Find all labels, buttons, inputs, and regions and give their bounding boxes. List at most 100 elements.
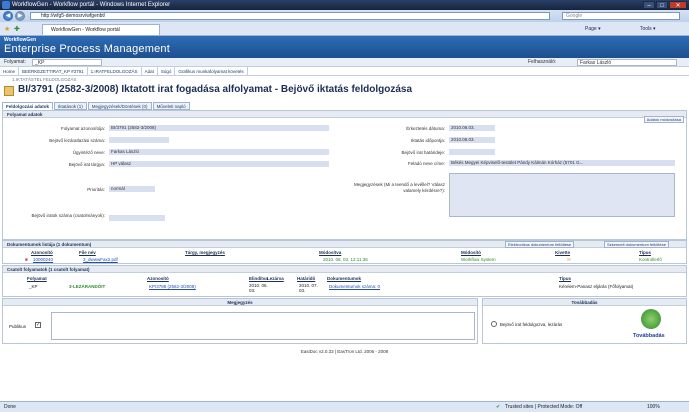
col-header[interactable]: Módosítva [319, 249, 341, 256]
priority-value: normál [109, 186, 155, 192]
col-header[interactable]: Típus [559, 275, 571, 282]
field-label: Bejövő lezáratlazási száma: [49, 138, 105, 143]
closure-number-value [109, 137, 169, 143]
linked-processes-table: Csatolt folyamatok (1 csatolt folyamat) … [2, 265, 687, 297]
field-label: Érkeztetés dátuma: [406, 126, 445, 131]
field-label: Prioritás: [87, 187, 105, 192]
tab-workflow-portal[interactable]: WorkflowGen - Workflow portál [42, 24, 160, 35]
field-label: Bejövő irat határideje: [401, 150, 445, 155]
documents-section-title: Dokumentumok listája (1 dokumentum) [3, 241, 686, 248]
window-titlebar: WorkflowGen - Workflow portál - Windows … [0, 0, 689, 10]
process-id-value: BI/3791 (2582-3/2008) [109, 125, 329, 131]
ie-icon [2, 1, 10, 9]
forward-button[interactable]: Továbbadás [633, 333, 665, 339]
col-header[interactable]: Azonosító [147, 275, 169, 282]
tools-menu[interactable]: Tools ▾ [640, 25, 656, 33]
clerk-name-value: Farkas László [109, 149, 329, 155]
app-header: WorkflowGen Enterprise Process Managemen… [0, 36, 689, 58]
zone-text: Trusted sites | Protected Mode: Off [505, 404, 583, 410]
col-header[interactable]: Határidő [297, 275, 315, 282]
linked-section-title: Csatolt folyamatok (1 csatolt folyamat) [3, 266, 686, 273]
filter-label: Folyamat: [4, 59, 26, 65]
comment-textarea[interactable] [51, 312, 475, 340]
col-header[interactable]: Módosító [461, 249, 481, 256]
close-button[interactable]: ✕ [669, 1, 687, 9]
minimize-button[interactable]: – [643, 1, 655, 9]
app-title: Enterprise Process Management [4, 43, 170, 55]
col-header[interactable]: Kivette [555, 249, 570, 256]
document-file-link[interactable]: 3_dwwwFax2.pdf [83, 256, 118, 263]
page-menu[interactable]: Page ▾ [585, 25, 601, 33]
zoom-text[interactable]: 100% [647, 402, 660, 412]
linked-id-link[interactable]: KP/3788 (2582-3/2008) [149, 283, 196, 290]
filing-time-value: 2010.06.03. [449, 137, 495, 143]
notes-textarea[interactable] [449, 173, 675, 217]
field-label: Bejövő iratok száma (csatolmányok): [31, 213, 105, 218]
forward-panel: Továbbadás Bejövő irat feldolgozva, lezá… [482, 298, 687, 344]
table-header: Azonosító File név Tárgy, megjegyzés Mód… [3, 249, 686, 256]
table-row[interactable]: ■ 10000240 3_dwwwFax2.pdf 2010. 06. 03. … [3, 256, 686, 263]
document-id-link[interactable]: 10000240 [33, 256, 53, 263]
table-row[interactable]: _KP 3-LEZÁRANDÓIT KP/3788 (2582-3/2008) … [3, 283, 686, 297]
tab-filings[interactable]: Iktatások (1) [54, 102, 87, 110]
menu-process[interactable]: BEÉRKEZETTIRAT_KP #3791 [19, 67, 88, 75]
col-header[interactable]: Típus [639, 249, 651, 256]
tab-processing-data[interactable]: Feldolgozási adatok [2, 102, 54, 110]
favorites-star-icon[interactable]: ★ [4, 25, 10, 33]
user-select[interactable]: Farkas László [577, 59, 677, 66]
forward-person-icon[interactable] [641, 309, 661, 329]
section-process-data: Folyamat adatok [3, 111, 686, 118]
col-header[interactable]: Folyamat [27, 275, 47, 282]
menu-activity[interactable]: 1.IRATFELDOLGOZÁS [88, 67, 142, 75]
maximize-button[interactable]: □ [656, 1, 668, 9]
col-header[interactable]: File név [79, 249, 96, 256]
linked-docs-link[interactable]: Dokumentumok száma: 0 [329, 283, 380, 290]
field-label: Bejövő irat tárgya: [68, 162, 105, 167]
linked-status: 3-LEZÁRANDÓIT [69, 284, 106, 289]
menu-bar: Home BEÉRKEZETTIRAT_KP #3791 1.IRATFELDO… [0, 67, 689, 76]
footer-text: EasiDoc v2.0.33 | EasTron Ltd. 2006 - 20… [300, 349, 389, 354]
tab-comments[interactable]: Megjegyzések/Döntések (0) [87, 102, 152, 110]
upload-scanned-button[interactable]: Szkennelt dokumentum feltöltése [604, 241, 669, 248]
menu-help[interactable]: Súgó [158, 67, 176, 75]
modify-data-button[interactable]: Adatok módosítása [643, 116, 684, 123]
back-icon[interactable]: ◀ [3, 11, 13, 21]
upload-electronic-button[interactable]: Elektronikus dokumentum feltöltése [505, 241, 575, 248]
menu-graph[interactable]: Grafikus munkafolyamat követés [175, 67, 248, 75]
address-bar: ◀ ▶ http://wfg5-demosrv/wfgenbt/ Google [0, 10, 689, 22]
menu-data[interactable]: Adat [142, 67, 158, 75]
subject-value: HP válasz [109, 161, 329, 167]
col-header[interactable]: Azonosító [31, 249, 53, 256]
field-label: Iktatás időpontja: [410, 138, 445, 143]
window-title: WorkflowGen - Workflow portál - Windows … [12, 2, 171, 8]
close-radio[interactable] [491, 321, 497, 327]
user-bar: Folyamat: _KP Felhasználó: Farkas László [0, 58, 689, 67]
col-header[interactable]: Lezárva [267, 275, 284, 282]
document-icon [4, 86, 14, 96]
public-checkbox[interactable]: ✓ [35, 322, 41, 328]
field-label: Megjegyzések (Mi a teendő a levéllel? Vá… [353, 182, 445, 193]
checkout-icon[interactable]: ✉ [567, 256, 571, 263]
col-header[interactable]: Tárgy, megjegyzés [185, 249, 225, 256]
deadline-value [449, 149, 495, 155]
arrival-date-value: 2010.06.03. [449, 125, 495, 131]
subtabs: Feldolgozási adatok Iktatások (1) Megjeg… [2, 102, 190, 110]
status-text: Done [4, 404, 16, 410]
url-input[interactable]: http://wfg5-demosrv/wfgenbt/ [30, 12, 550, 20]
documents-table: Dokumentumok listája (1 dokumentum) Elek… [2, 240, 687, 264]
search-input[interactable]: Google [562, 12, 680, 20]
field-label: Folyamat azonosítója: [60, 126, 105, 131]
col-header[interactable]: Elindítva [249, 275, 268, 282]
col-header[interactable]: Dokumentumok [327, 275, 361, 282]
document-modifier: Workflow System [461, 257, 496, 262]
linked-deadline: 2010. 07. 03. [299, 283, 318, 293]
field-label: Ügyintéző neve: [72, 150, 105, 155]
add-favorite-icon[interactable]: ✚ [14, 25, 20, 33]
attachments-count-value [109, 215, 165, 221]
menu-home[interactable]: Home [0, 67, 20, 75]
process-filter-select[interactable]: _KP [32, 59, 102, 66]
forward-icon[interactable]: ▶ [15, 11, 25, 21]
page-title: BI/3791 (2582-3/2008) Iktatott irat foga… [18, 84, 413, 95]
tab-log[interactable]: Műveleti napló [152, 102, 190, 110]
comment-title: Megjegyzés [3, 299, 477, 306]
